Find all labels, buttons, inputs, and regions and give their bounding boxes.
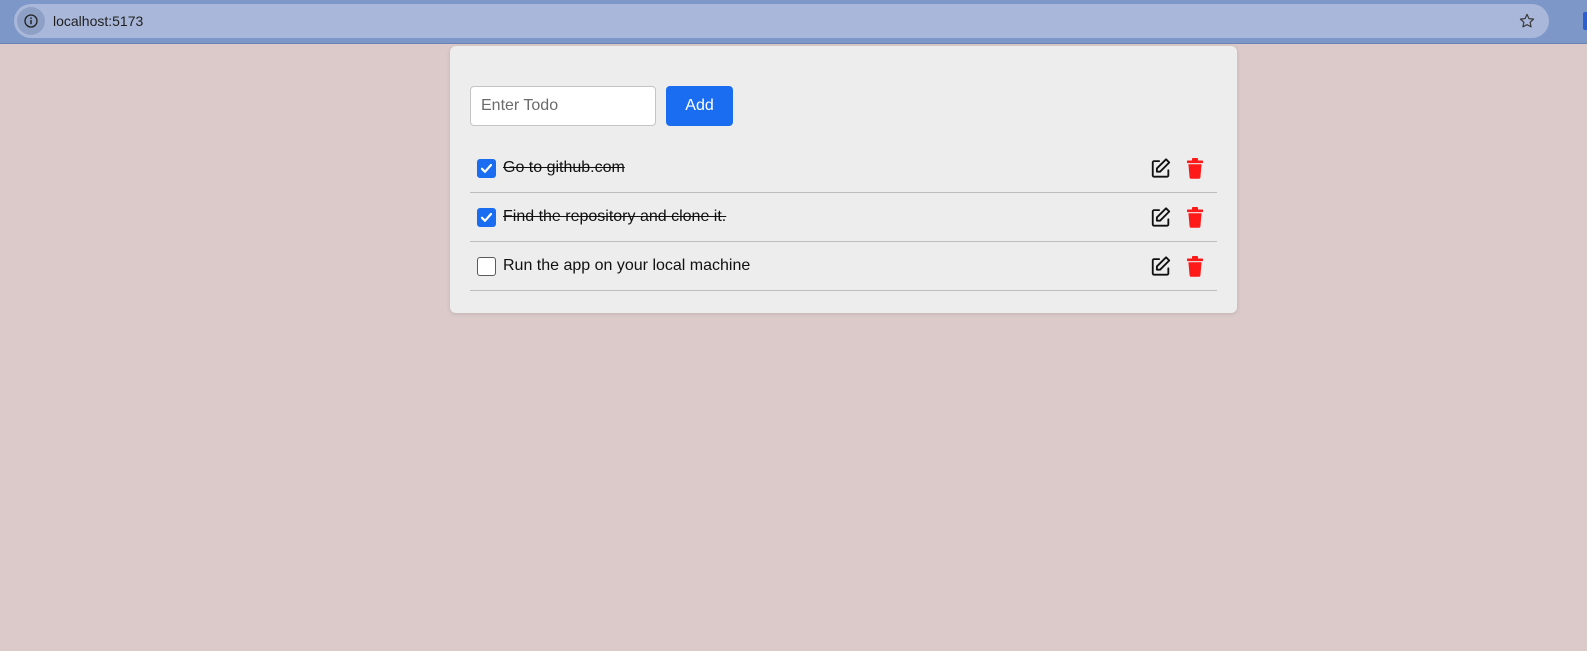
pencil-edit-icon[interactable] (1149, 254, 1173, 278)
todo-item: Run the app on your local machine (470, 242, 1217, 291)
todo-text: Find the repository and clone it. (503, 208, 727, 225)
todo-text: Go to github.com (503, 159, 625, 176)
todo-list: Go to github.com Find the repository and… (470, 144, 1217, 291)
check-icon (480, 163, 493, 173)
todo-card: Add Go to github.com (450, 46, 1237, 313)
todo-checkbox[interactable] (477, 158, 496, 178)
check-icon (480, 212, 493, 222)
browser-toolbar: localhost:5173 (0, 0, 1587, 44)
pencil-edit-icon[interactable] (1149, 156, 1173, 180)
add-button[interactable]: Add (666, 86, 733, 126)
star-icon[interactable] (1517, 11, 1537, 31)
trash-icon[interactable] (1183, 205, 1207, 229)
todo-actions (1149, 156, 1207, 180)
address-bar[interactable]: localhost:5173 (14, 4, 1549, 38)
todo-input[interactable] (470, 86, 656, 126)
info-icon[interactable] (17, 7, 45, 35)
url-text[interactable]: localhost:5173 (53, 13, 143, 29)
todo-checkbox[interactable] (477, 207, 496, 227)
todo-text: Run the app on your local machine (503, 257, 751, 274)
todo-actions (1149, 205, 1207, 229)
trash-icon[interactable] (1183, 156, 1207, 180)
todo-item: Find the repository and clone it. (470, 193, 1217, 242)
todo-actions (1149, 254, 1207, 278)
todo-checkbox[interactable] (477, 256, 496, 276)
todo-item: Go to github.com (470, 144, 1217, 193)
trash-icon[interactable] (1183, 254, 1207, 278)
pencil-edit-icon[interactable] (1149, 205, 1173, 229)
profile-edge-indicator (1583, 12, 1587, 30)
add-todo-form: Add (470, 86, 733, 126)
